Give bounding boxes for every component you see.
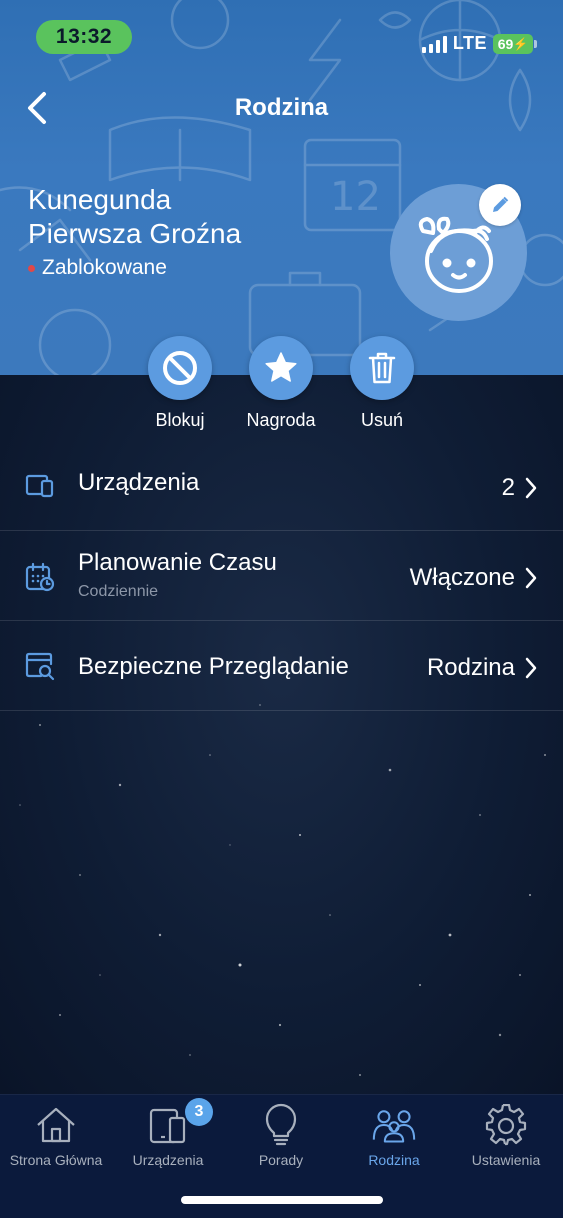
reward-button[interactable] <box>249 336 313 400</box>
list-item-title: Urządzenia <box>78 469 200 496</box>
status-indicators: LTE 69 ⚡ <box>421 33 537 54</box>
chevron-right-icon <box>525 567 537 589</box>
chevron-right-icon <box>525 657 537 679</box>
tab-label: Rodzina <box>368 1152 420 1168</box>
lightbulb-icon <box>259 1103 303 1147</box>
profile-name: Kunegunda Pierwsza Groźna <box>28 183 358 251</box>
browser-search-icon <box>24 650 56 682</box>
tab-label: Urządzenia <box>132 1152 204 1168</box>
list-item-subtitle: Codziennie <box>78 583 159 600</box>
list-item-safe-browsing[interactable]: Bezpieczne Przeglądanie Rodzina <box>0 621 563 711</box>
settings-list: Urządzenia 2 Planowanie Czasu Codziennie… <box>0 440 563 711</box>
gear-icon <box>484 1103 528 1147</box>
block-button[interactable] <box>148 336 212 400</box>
battery-icon: 69 ⚡ <box>493 33 537 54</box>
block-label: Blokuj <box>155 410 205 430</box>
network-type: LTE <box>452 33 487 53</box>
tab-home[interactable]: Strona Główna <box>0 1103 112 1168</box>
profile-status-text: Zablokowane <box>42 256 167 279</box>
list-item-value: 2 <box>501 474 515 501</box>
tab-label: Porady <box>258 1152 304 1168</box>
home-indicator[interactable] <box>181 1196 383 1204</box>
list-item-value: Włączone <box>409 564 515 591</box>
delete-button[interactable] <box>350 336 414 400</box>
profile-status: Zablokowane <box>28 256 167 280</box>
block-action[interactable]: Blokuj <box>125 336 235 431</box>
family-icon <box>372 1103 416 1147</box>
tab-label: Strona Główna <box>9 1152 103 1168</box>
tab-settings[interactable]: Ustawienia <box>450 1103 562 1168</box>
signal-icon <box>421 35 447 53</box>
delete-label: Usuń <box>360 410 404 430</box>
chevron-right-icon <box>525 477 537 499</box>
tab-label: Ustawienia <box>471 1152 541 1168</box>
screen: 12 13:32 LTE 69 ⚡ Rodzina Kunegunda Pier… <box>0 0 563 1218</box>
delete-action[interactable]: Usuń <box>327 336 437 431</box>
profile-name-line1: Kunegunda <box>28 184 172 215</box>
list-item-devices[interactable]: Urządzenia 2 <box>0 440 563 531</box>
tab-family[interactable]: Rodzina <box>338 1103 450 1168</box>
reward-action[interactable]: Nagroda <box>226 336 336 431</box>
pencil-icon <box>493 196 509 212</box>
tab-tips[interactable]: Porady <box>225 1103 337 1168</box>
devices-badge: 3 <box>185 1098 213 1126</box>
status-time: 13:32 <box>36 20 132 54</box>
calendar-clock-icon <box>24 561 56 593</box>
status-dot-icon <box>28 264 35 272</box>
reward-label: Nagroda <box>246 410 316 430</box>
edit-profile-button[interactable] <box>479 184 521 226</box>
trash-icon <box>368 352 396 384</box>
devices-icon <box>24 470 56 502</box>
block-icon <box>163 351 197 385</box>
home-icon <box>34 1103 78 1147</box>
list-item-title: Planowanie Czasu <box>78 549 277 576</box>
profile-name-line2: Pierwsza Groźna <box>28 218 242 249</box>
devices-icon <box>146 1103 190 1147</box>
list-item-time-planning[interactable]: Planowanie Czasu Codziennie Włączone <box>0 531 563 621</box>
page-title: Rodzina <box>234 94 329 121</box>
list-item-title: Bezpieczne Przeglądanie <box>78 653 349 680</box>
battery-level: 69 <box>497 35 514 52</box>
star-icon <box>265 352 297 382</box>
list-item-value: Rodzina <box>426 654 515 681</box>
